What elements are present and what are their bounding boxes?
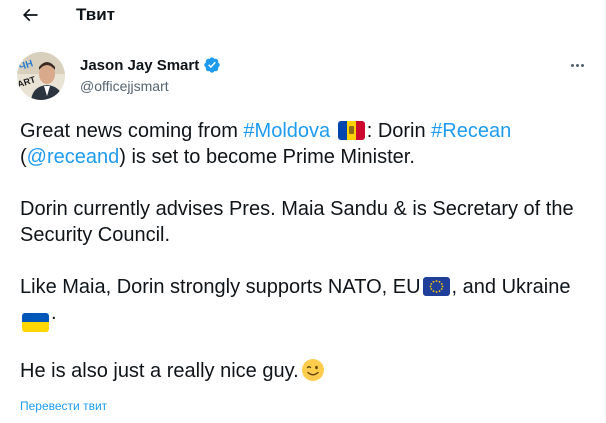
ukraine-flag-emoji: [22, 312, 49, 332]
back-button[interactable]: [14, 2, 46, 28]
moldova-flag-emoji: [337, 121, 365, 140]
tweet-paragraph-4: He is also just a really nice guy.: [20, 358, 590, 384]
page-title: Твит: [76, 5, 115, 24]
more-options-button[interactable]: [563, 54, 591, 76]
tweet-paragraph-2: Dorin currently advises Pres. Maia Sandu…: [20, 198, 574, 246]
author-handle[interactable]: @officejjsmart: [80, 78, 169, 94]
tweet-paragraph-1: Great news coming from #Moldova : Dorin …: [20, 120, 512, 168]
mention-link-receand[interactable]: @receand: [27, 146, 120, 168]
verified-badge-icon: [204, 57, 220, 73]
author-display-name[interactable]: Jason Jay Smart: [80, 57, 199, 74]
back-arrow-icon: [22, 8, 38, 22]
eu-flag-emoji: [422, 277, 450, 296]
hashtag-link-moldova[interactable]: #Moldova: [243, 120, 330, 142]
winking-face-emoji: [301, 358, 324, 381]
more-options-icon: [570, 63, 574, 67]
avatar[interactable]: ЧН ART: [17, 52, 65, 100]
author-name-row: Jason Jay Smart: [80, 56, 221, 74]
tweet-header: Твит: [0, 0, 606, 30]
hashtag-link-recean[interactable]: #Recean: [431, 120, 511, 142]
tweet-paragraph-3: Like Maia, Dorin strongly supports NATO,…: [20, 274, 590, 332]
tweet-text: Great news coming from #Moldova : Dorin …: [20, 118, 590, 384]
translate-tweet-link[interactable]: Перевести твит: [20, 399, 107, 413]
